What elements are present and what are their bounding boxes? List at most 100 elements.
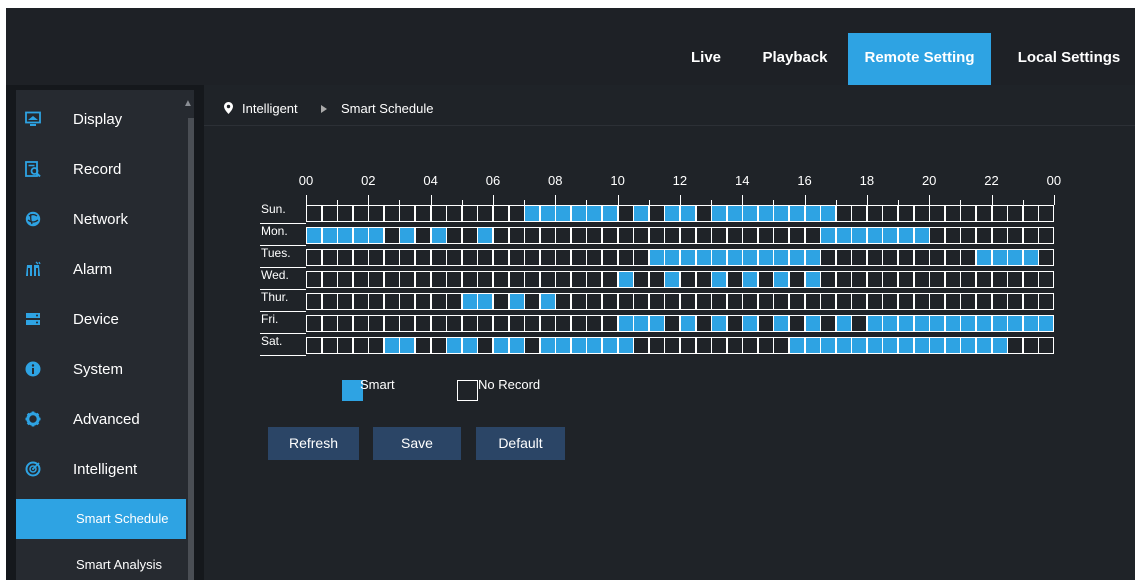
- schedule-cell[interactable]: [633, 271, 650, 288]
- schedule-cell[interactable]: [1038, 249, 1055, 266]
- schedule-cell[interactable]: [648, 249, 665, 266]
- schedule-cell[interactable]: [337, 271, 354, 288]
- schedule-cell[interactable]: [524, 293, 541, 310]
- schedule-cell[interactable]: [399, 227, 416, 244]
- schedule-cell[interactable]: [1007, 249, 1024, 266]
- schedule-cell[interactable]: [586, 205, 603, 222]
- schedule-cell[interactable]: [524, 271, 541, 288]
- schedule-cell[interactable]: [820, 227, 837, 244]
- schedule-cell[interactable]: [835, 227, 852, 244]
- schedule-cell[interactable]: [695, 227, 712, 244]
- schedule-cell[interactable]: [882, 337, 899, 354]
- schedule-cell[interactable]: [446, 205, 463, 222]
- schedule-cell[interactable]: [352, 315, 369, 332]
- schedule-cell[interactable]: [586, 227, 603, 244]
- schedule-cell[interactable]: [726, 227, 743, 244]
- schedule-cell[interactable]: [617, 293, 634, 310]
- schedule-cell[interactable]: [711, 249, 728, 266]
- schedule-cell[interactable]: [492, 337, 509, 354]
- schedule-cell[interactable]: [929, 293, 946, 310]
- schedule-cell[interactable]: [477, 205, 494, 222]
- schedule-cell[interactable]: [742, 337, 759, 354]
- schedule-cell[interactable]: [866, 337, 883, 354]
- schedule-cell[interactable]: [788, 293, 805, 310]
- schedule-cell[interactable]: [648, 337, 665, 354]
- schedule-cell[interactable]: [804, 227, 821, 244]
- schedule-cell[interactable]: [586, 249, 603, 266]
- schedule-cell[interactable]: [492, 271, 509, 288]
- schedule-cell[interactable]: [991, 315, 1008, 332]
- schedule-cell[interactable]: [804, 337, 821, 354]
- schedule-cell[interactable]: [508, 337, 525, 354]
- schedule-cell[interactable]: [664, 337, 681, 354]
- schedule-cell[interactable]: [726, 293, 743, 310]
- schedule-cell[interactable]: [633, 315, 650, 332]
- schedule-cell[interactable]: [944, 227, 961, 244]
- schedule-cell[interactable]: [352, 249, 369, 266]
- schedule-cell[interactable]: [602, 205, 619, 222]
- schedule-cell[interactable]: [851, 227, 868, 244]
- schedule-cell[interactable]: [602, 249, 619, 266]
- save-button[interactable]: Save: [373, 427, 461, 460]
- schedule-cell[interactable]: [446, 249, 463, 266]
- schedule-cell[interactable]: [555, 271, 572, 288]
- schedule-cell[interactable]: [1022, 271, 1039, 288]
- schedule-cell[interactable]: [773, 293, 790, 310]
- schedule-cell[interactable]: [804, 271, 821, 288]
- schedule-cell[interactable]: [898, 227, 915, 244]
- schedule-cell[interactable]: [695, 205, 712, 222]
- schedule-cell[interactable]: [430, 293, 447, 310]
- schedule-cell[interactable]: [617, 315, 634, 332]
- schedule-cell[interactable]: [975, 315, 992, 332]
- schedule-cell[interactable]: [399, 205, 416, 222]
- schedule-cell[interactable]: [446, 227, 463, 244]
- schedule-cell[interactable]: [1022, 315, 1039, 332]
- schedule-cell[interactable]: [788, 205, 805, 222]
- schedule-cell[interactable]: [944, 337, 961, 354]
- tab-playback[interactable]: Playback: [748, 33, 842, 85]
- schedule-cell[interactable]: [1038, 205, 1055, 222]
- schedule-cell[interactable]: [835, 337, 852, 354]
- schedule-cell[interactable]: [337, 315, 354, 332]
- schedule-cell[interactable]: [820, 315, 837, 332]
- schedule-cell[interactable]: [913, 315, 930, 332]
- schedule-cell[interactable]: [321, 293, 338, 310]
- schedule-cell[interactable]: [835, 293, 852, 310]
- schedule-cell[interactable]: [477, 249, 494, 266]
- schedule-cell[interactable]: [602, 293, 619, 310]
- schedule-cell[interactable]: [866, 249, 883, 266]
- schedule-cell[interactable]: [368, 249, 385, 266]
- schedule-cell[interactable]: [820, 271, 837, 288]
- schedule-cell[interactable]: [835, 249, 852, 266]
- schedule-cell[interactable]: [757, 293, 774, 310]
- schedule-cell[interactable]: [788, 249, 805, 266]
- schedule-cell[interactable]: [461, 249, 478, 266]
- schedule-cell[interactable]: [555, 337, 572, 354]
- schedule-cell[interactable]: [633, 227, 650, 244]
- schedule-cell[interactable]: [757, 271, 774, 288]
- sidebar-scrollbar[interactable]: [188, 118, 194, 580]
- schedule-cell[interactable]: [602, 227, 619, 244]
- schedule-cell[interactable]: [368, 315, 385, 332]
- schedule-cell[interactable]: [1038, 293, 1055, 310]
- schedule-cell[interactable]: [524, 205, 541, 222]
- schedule-cell[interactable]: [306, 249, 322, 266]
- schedule-cell[interactable]: [711, 205, 728, 222]
- schedule-cell[interactable]: [633, 249, 650, 266]
- schedule-cell[interactable]: [944, 249, 961, 266]
- schedule-cell[interactable]: [882, 271, 899, 288]
- schedule-cell[interactable]: [991, 227, 1008, 244]
- schedule-cell[interactable]: [679, 249, 696, 266]
- schedule-cell[interactable]: [368, 293, 385, 310]
- schedule-cell[interactable]: [321, 337, 338, 354]
- schedule-cell[interactable]: [975, 293, 992, 310]
- schedule-cell[interactable]: [524, 249, 541, 266]
- scroll-up-button[interactable]: ▲: [182, 90, 194, 118]
- schedule-cell[interactable]: [929, 337, 946, 354]
- schedule-cell[interactable]: [524, 337, 541, 354]
- schedule-cell[interactable]: [679, 315, 696, 332]
- schedule-cell[interactable]: [648, 315, 665, 332]
- schedule-cell[interactable]: [820, 205, 837, 222]
- schedule-cell[interactable]: [306, 227, 322, 244]
- schedule-cell[interactable]: [555, 227, 572, 244]
